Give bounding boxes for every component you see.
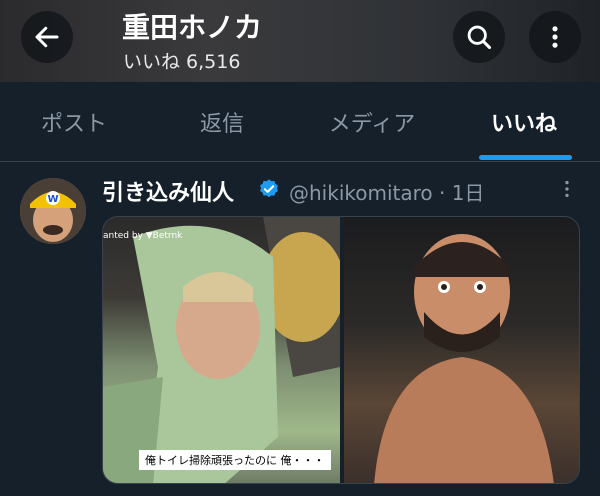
tab-likes[interactable]: いいね [448, 82, 600, 162]
search-icon [467, 25, 492, 50]
more-vertical-icon[interactable] [556, 177, 578, 201]
fighter-portrait-image [374, 234, 554, 483]
avatar-image: W [20, 178, 86, 244]
arrow-left-icon [35, 26, 59, 48]
tab-posts[interactable]: ポスト [0, 82, 148, 162]
media-image-right[interactable] [344, 217, 579, 483]
handle-and-time: @hikikomitaro · 1日 [289, 181, 485, 205]
avatar[interactable]: W [20, 178, 86, 244]
active-tab-indicator [479, 155, 572, 160]
profile-header: 重田ホノカ いいね 6,516 [0, 0, 600, 82]
more-vertical-icon [552, 26, 558, 48]
fighter-towel-image [103, 217, 345, 483]
image-caption: 俺トイレ掃除頑張ったのに 俺・・・ [139, 450, 331, 470]
tab-media[interactable]: メディア [296, 82, 448, 162]
search-button[interactable] [453, 11, 505, 63]
media-image-left[interactable]: anted by ▼Betrnk 俺トイレ掃除頑張ったのに 俺・・・ [103, 217, 345, 483]
tweet-media[interactable]: anted by ▼Betrnk 俺トイレ掃除頑張ったのに 俺・・・ [102, 216, 580, 484]
profile-tabs: ポスト 返信 メディア いいね [0, 82, 600, 162]
tab-replies[interactable]: 返信 [148, 82, 296, 162]
likes-count: いいね 6,516 [123, 51, 241, 73]
image-watermark: anted by ▼Betrnk [103, 231, 183, 241]
tweet[interactable]: W 引き込み仙人 @hikikomitaro · 1日 anted by ▼Be… [0, 163, 600, 496]
back-button[interactable] [21, 11, 73, 63]
svg-text:W: W [47, 194, 58, 205]
more-button[interactable] [529, 11, 581, 63]
profile-name: 重田ホノカ [122, 11, 263, 44]
verified-badge-icon [260, 179, 278, 198]
author-name[interactable]: 引き込み仙人 [102, 175, 234, 207]
